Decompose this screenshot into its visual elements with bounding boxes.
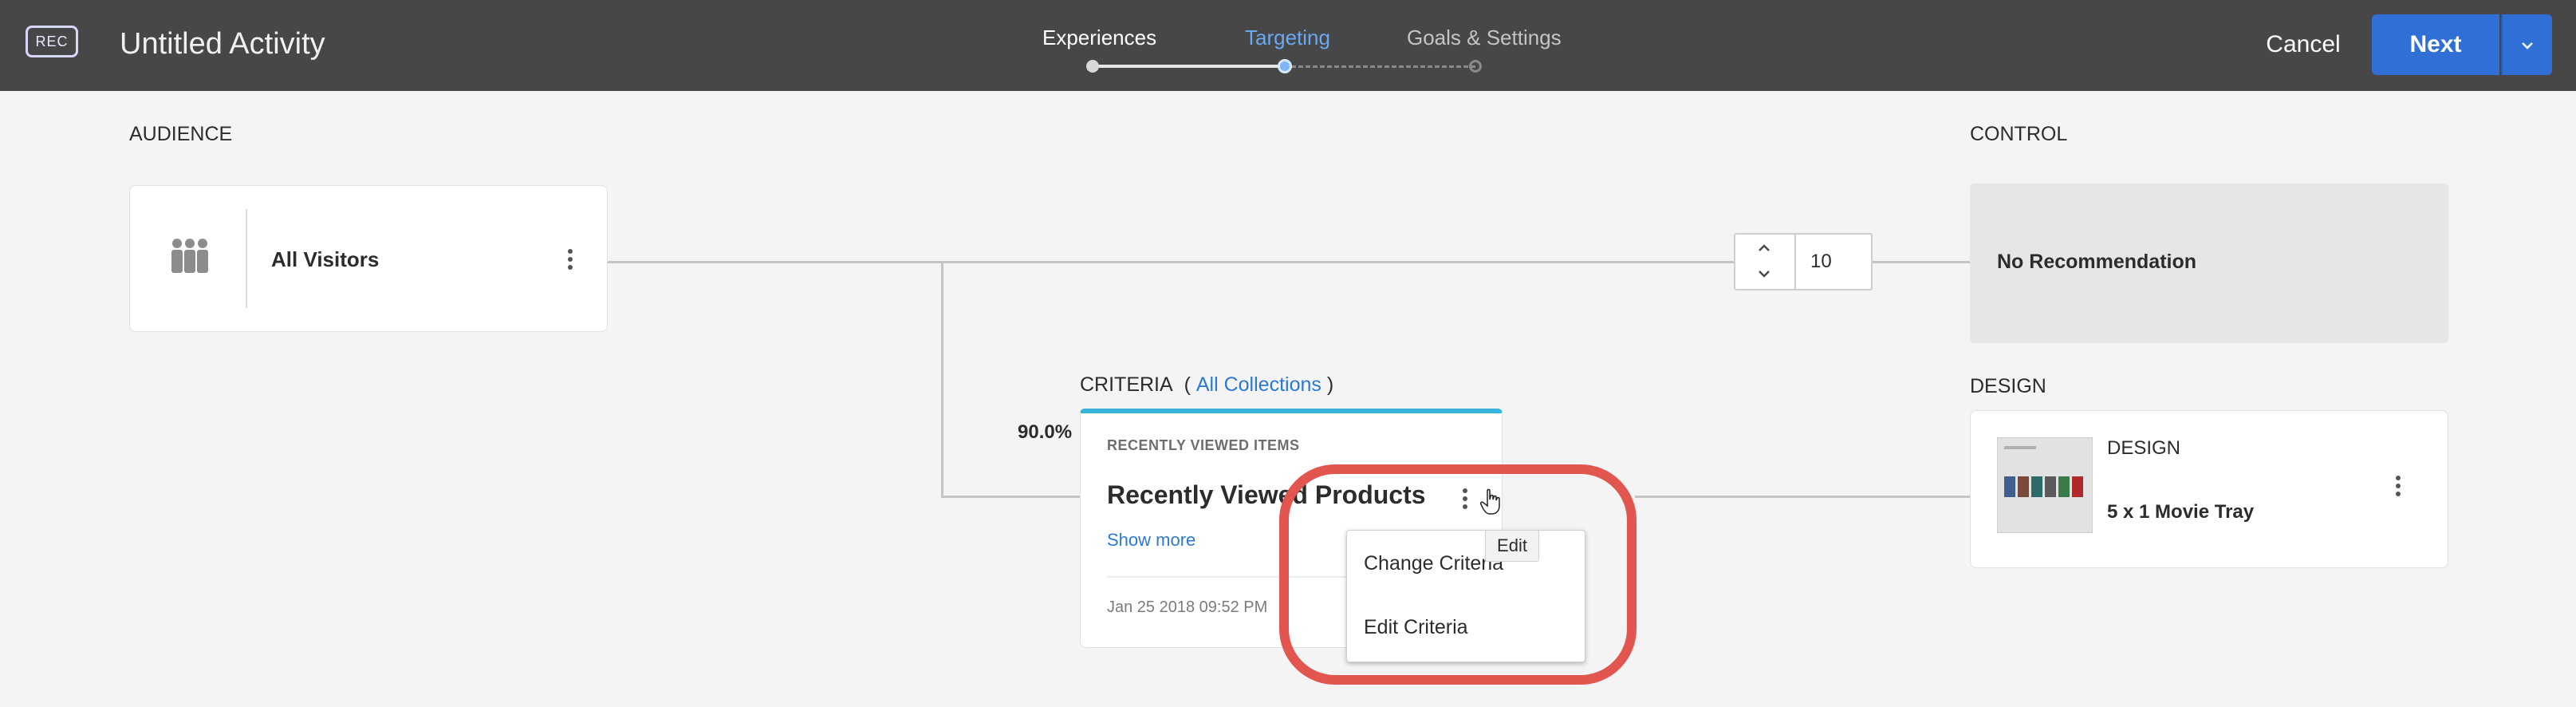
- hand-cursor-icon: [1480, 488, 1503, 515]
- edit-tooltip: Edit: [1485, 530, 1539, 562]
- menu-item-change-criteria[interactable]: Change Criteria: [1364, 552, 1503, 575]
- audience-name: All Visitors: [271, 247, 380, 271]
- criteria-label-text: CRITERIA: [1080, 373, 1173, 396]
- all-collections-link[interactable]: All Collections: [1196, 373, 1321, 396]
- audience-menu-icon[interactable]: [566, 249, 574, 276]
- design-section-label: DESIGN: [1970, 375, 2046, 397]
- design-thumbnail: [1997, 437, 2093, 533]
- criteria-section-label: CRITERIA ( All Collections ): [1080, 373, 1333, 397]
- next-button[interactable]: Next: [2372, 14, 2499, 75]
- stepper-up-icon[interactable]: [1755, 239, 1774, 255]
- criteria-open-paren: (: [1184, 373, 1191, 396]
- step-targeting[interactable]: Targeting: [1245, 26, 1330, 50]
- design-header: DESIGN: [2107, 437, 2181, 459]
- show-more-link[interactable]: Show more: [1107, 530, 1195, 551]
- step-experiences[interactable]: Experiences: [1042, 26, 1156, 50]
- connector-stepper-control: [1873, 261, 1970, 263]
- control-section-label: CONTROL: [1970, 123, 2068, 145]
- audience-section-label: AUDIENCE: [129, 123, 233, 145]
- people-icon: [169, 238, 211, 273]
- criteria-close-paren: ): [1326, 373, 1334, 396]
- menu-item-edit-criteria[interactable]: Edit Criteria: [1364, 616, 1468, 639]
- step-dot-goals[interactable]: [1469, 60, 1482, 73]
- control-text: No Recommendation: [1997, 251, 2197, 273]
- activity-title[interactable]: Untitled Activity: [120, 27, 325, 61]
- step-dot-experiences[interactable]: [1086, 60, 1099, 73]
- connector-audience-control: [608, 261, 1734, 263]
- progress-line-complete: [1093, 65, 1284, 68]
- traffic-value[interactable]: 10: [1810, 251, 1832, 273]
- rec-badge: REC: [26, 26, 78, 57]
- design-menu-icon[interactable]: [2394, 476, 2402, 503]
- connector-branch-criteria: [941, 496, 1080, 498]
- criteria-type: RECENTLY VIEWED ITEMS: [1107, 437, 1300, 453]
- audience-divider: [246, 209, 247, 308]
- stepper-down-icon[interactable]: [1755, 267, 1774, 282]
- criteria-context-menu: [1346, 530, 1585, 662]
- chevron-down-icon: [2522, 41, 2533, 49]
- step-dot-targeting[interactable]: [1278, 59, 1292, 73]
- stepper-divider: [1794, 233, 1796, 290]
- cancel-button[interactable]: Cancel: [2255, 16, 2351, 73]
- next-options-button[interactable]: [2501, 14, 2552, 75]
- connector-branch-vertical: [941, 262, 943, 498]
- connector-criteria-design: [1635, 496, 1970, 498]
- criteria-date: Jan 25 2018 09:52 PM: [1107, 598, 1268, 616]
- progress-line-remaining: [1284, 65, 1475, 68]
- criteria-percent: 90.0%: [1018, 421, 1073, 443]
- design-name: 5 x 1 Movie Tray: [2107, 501, 2255, 523]
- step-goals-settings[interactable]: Goals & Settings: [1407, 26, 1562, 50]
